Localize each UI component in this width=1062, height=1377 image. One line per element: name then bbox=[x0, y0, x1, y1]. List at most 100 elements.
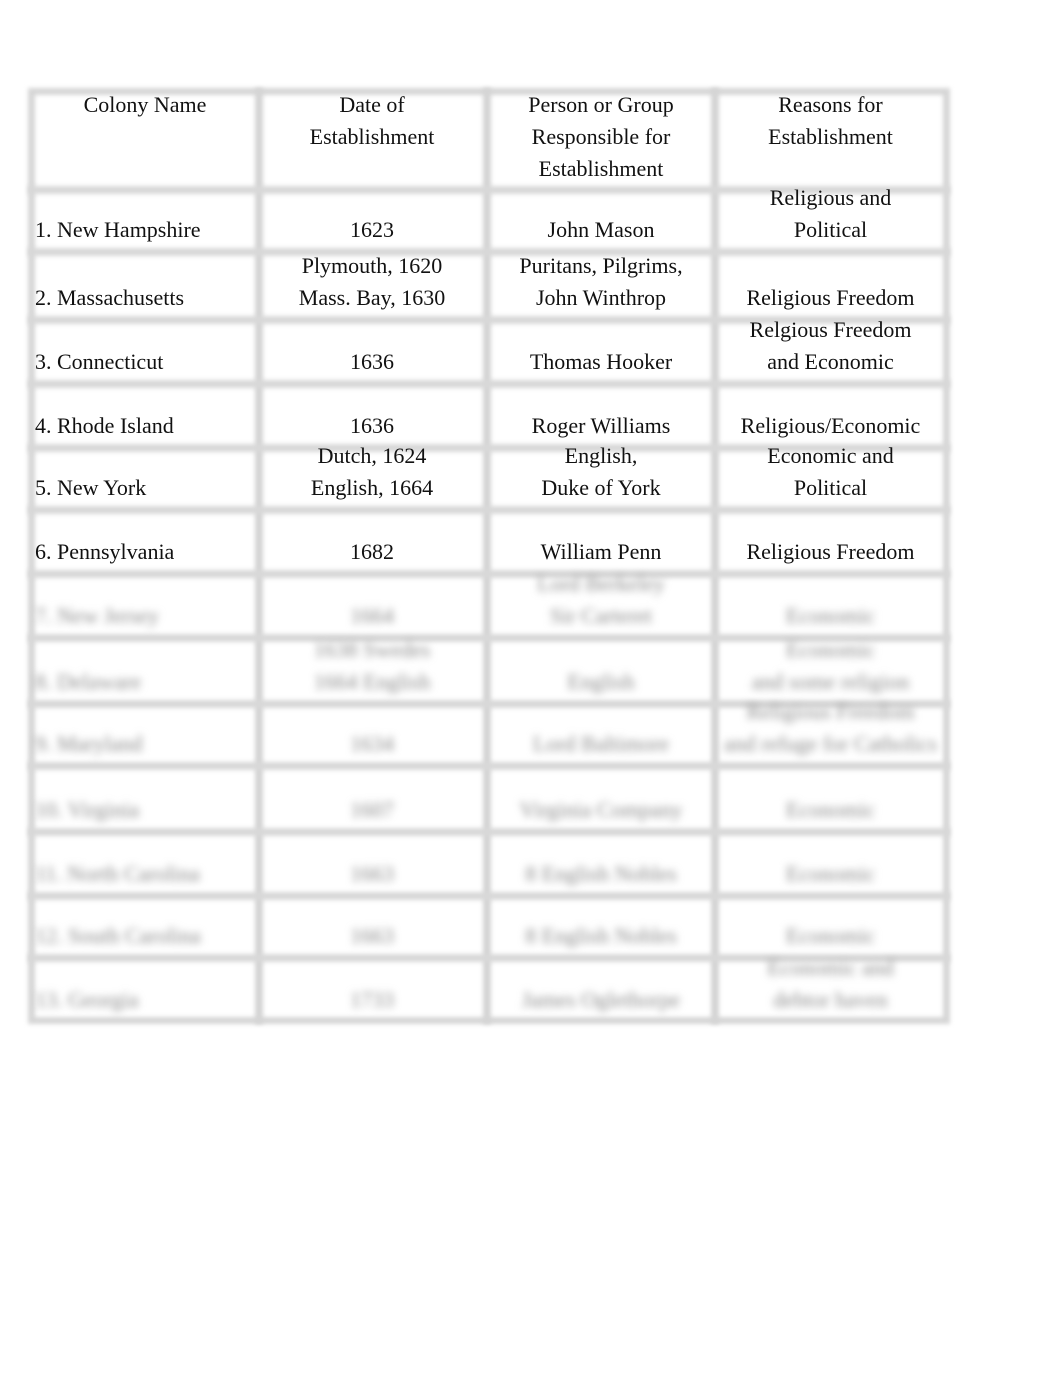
person-cell-line: John Mason bbox=[547, 217, 655, 242]
colony-name-cell: 8. Delaware bbox=[35, 666, 265, 698]
person-cell: Lord Baltimore bbox=[490, 728, 712, 760]
date-cell-line: 1636 bbox=[350, 349, 394, 374]
person-cell-line: English, bbox=[564, 443, 638, 468]
person-cell: English, Duke of York bbox=[490, 440, 712, 504]
person-cell-line: Puritans, Pilgrims, bbox=[519, 253, 683, 278]
colony-name-cell-line: 1. New Hampshire bbox=[35, 217, 201, 242]
person-cell: 8 English Nobles bbox=[490, 920, 712, 952]
date-cell-line: 1682 bbox=[350, 539, 394, 564]
reason-cell-line: Economic bbox=[785, 603, 876, 628]
date-cell-line: 1664 bbox=[350, 603, 394, 628]
date-cell: 1682 bbox=[262, 536, 482, 568]
column-header: Reasons for Establishment bbox=[768, 92, 893, 149]
date-cell: 1623 bbox=[262, 214, 482, 246]
person-cell-line: Sir Carteret bbox=[549, 603, 653, 628]
reason-cell-line: and refuge for Catholics bbox=[723, 731, 938, 756]
date-cell: 1636 bbox=[262, 346, 482, 378]
reason-cell: Religious Freedom bbox=[718, 282, 943, 314]
person-cell: William Penn bbox=[490, 536, 712, 568]
colony-name-cell: 3. Connecticut bbox=[35, 346, 265, 378]
reason-cell: Religious and Political bbox=[718, 182, 943, 246]
reason-cell: Economic and some religion bbox=[718, 634, 943, 698]
colony-name-cell-line: 8. Delaware bbox=[35, 669, 142, 694]
date-cell: 1634 bbox=[262, 728, 482, 760]
reason-cell-line: Political bbox=[793, 475, 868, 500]
colony-name-cell: 11. North Carolina bbox=[35, 858, 265, 890]
person-cell-line: Lord Berkeley bbox=[537, 571, 665, 596]
reason-cell: Religious/Economic bbox=[718, 410, 943, 442]
colony-name-cell-line: 9. Maryland bbox=[35, 731, 143, 756]
colony-name-cell: 7. New Jersey bbox=[35, 600, 265, 632]
row-divider bbox=[28, 762, 950, 770]
reason-cell-line: and Economic bbox=[767, 349, 894, 374]
date-cell: Plymouth, 1620 Mass. Bay, 1630 bbox=[262, 250, 482, 314]
date-cell: 1733 bbox=[262, 984, 482, 1016]
date-cell-line: Plymouth, 1620 bbox=[301, 253, 443, 278]
reason-cell-line: Economic and bbox=[767, 955, 894, 980]
colony-name-cell-line: 11. North Carolina bbox=[35, 861, 200, 886]
reason-cell-line: Religious Freedom bbox=[746, 699, 915, 724]
reason-cell-line: Political bbox=[793, 217, 868, 242]
column-header: Colony Name bbox=[83, 92, 207, 117]
reason-cell-line: Religious and bbox=[769, 185, 892, 210]
colony-name-cell-line: 12. South Carolina bbox=[35, 923, 201, 948]
date-cell: 1664 bbox=[262, 600, 482, 632]
reason-cell: Economic bbox=[718, 600, 943, 632]
person-cell: English bbox=[490, 666, 712, 698]
reason-cell: Relgious Freedom and Economic bbox=[718, 314, 943, 378]
reason-cell: Religious Freedom bbox=[718, 536, 943, 568]
person-cell: Roger Williams bbox=[490, 410, 712, 442]
person-cell-line: English bbox=[567, 669, 635, 694]
colony-name-cell-line: 5. New York bbox=[35, 475, 147, 500]
reason-cell-line: Religious/Economic bbox=[740, 413, 921, 438]
date-cell-line: 1636 bbox=[350, 413, 394, 438]
reason-cell: Economic and Political bbox=[718, 440, 943, 504]
date-cell-line: 1664 English bbox=[313, 669, 431, 694]
reason-cell: Economic and debtor haven bbox=[718, 952, 943, 1016]
person-cell-line: John Winthrop bbox=[535, 285, 667, 310]
person-cell: Lord Berkeley Sir Carteret bbox=[490, 568, 712, 632]
colony-name-cell-line: 10. Virginia bbox=[35, 797, 140, 822]
date-cell-line: 1607 bbox=[350, 797, 394, 822]
person-cell: John Mason bbox=[490, 214, 712, 246]
reason-cell: Economic bbox=[718, 858, 943, 890]
person-cell: Virginia Company bbox=[490, 794, 712, 826]
reason-cell: Religious Freedom and refuge for Catholic… bbox=[718, 696, 943, 760]
person-cell-line: 8 English Nobles bbox=[525, 861, 677, 886]
person-cell-line: Duke of York bbox=[541, 475, 661, 500]
row-divider bbox=[28, 248, 950, 256]
colony-name-cell: 2. Massachusetts bbox=[35, 282, 265, 314]
reason-cell-line: Economic bbox=[785, 861, 876, 886]
person-cell: Thomas Hooker bbox=[490, 346, 712, 378]
reason-cell-line: Religious Freedom bbox=[746, 285, 915, 310]
date-cell: 1638 Swedes 1664 English bbox=[262, 634, 482, 698]
reason-cell: Economic bbox=[718, 920, 943, 952]
colony-name-cell-line: 13. Georgia bbox=[35, 987, 139, 1012]
colony-name-cell-line: 7. New Jersey bbox=[35, 603, 160, 628]
person-cell: Puritans, Pilgrims, John Winthrop bbox=[490, 250, 712, 314]
reason-cell-line: Religious Freedom bbox=[746, 539, 915, 564]
colony-name-cell: 4. Rhode Island bbox=[35, 410, 265, 442]
date-cell: 1663 bbox=[262, 920, 482, 952]
row-divider bbox=[28, 892, 950, 900]
reason-cell-line: Economic bbox=[785, 923, 876, 948]
date-cell-line: 1638 Swedes bbox=[313, 637, 431, 662]
person-cell-line: Thomas Hooker bbox=[529, 349, 673, 374]
reason-cell-line: Economic bbox=[785, 637, 876, 662]
date-cell-line: 1663 bbox=[350, 923, 394, 948]
reason-cell-line: and some religion bbox=[751, 669, 910, 694]
person-cell: James Oglethorpe bbox=[490, 984, 712, 1016]
colony-name-cell: 13. Georgia bbox=[35, 984, 265, 1016]
person-cell-line: Lord Baltimore bbox=[532, 731, 670, 756]
colony-name-cell-line: 2. Massachusetts bbox=[35, 285, 185, 310]
date-cell-line: English, 1664 bbox=[310, 475, 434, 500]
row-divider bbox=[28, 828, 950, 836]
person-cell-line: 8 English Nobles bbox=[525, 923, 677, 948]
row-divider bbox=[28, 570, 950, 578]
person-cell-line: Roger Williams bbox=[531, 413, 671, 438]
colony-name-cell: 10. Virginia bbox=[35, 794, 265, 826]
date-cell: 1663 bbox=[262, 858, 482, 890]
colony-name-cell-line: 6. Pennsylvania bbox=[35, 539, 175, 564]
colony-name-cell: 1. New Hampshire bbox=[35, 214, 265, 246]
person-cell-line: Virginia Company bbox=[519, 797, 683, 822]
